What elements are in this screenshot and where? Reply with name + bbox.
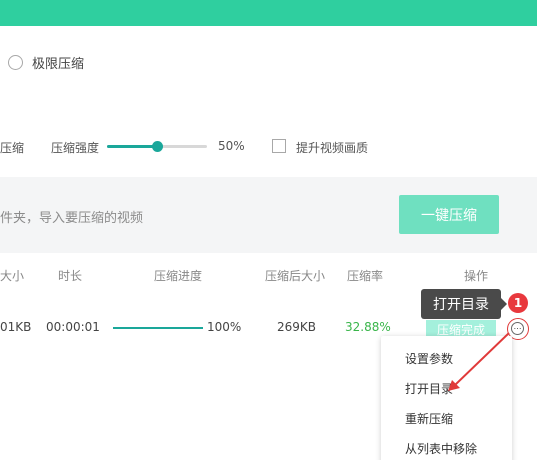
annotation-arrow-icon [448, 332, 510, 391]
